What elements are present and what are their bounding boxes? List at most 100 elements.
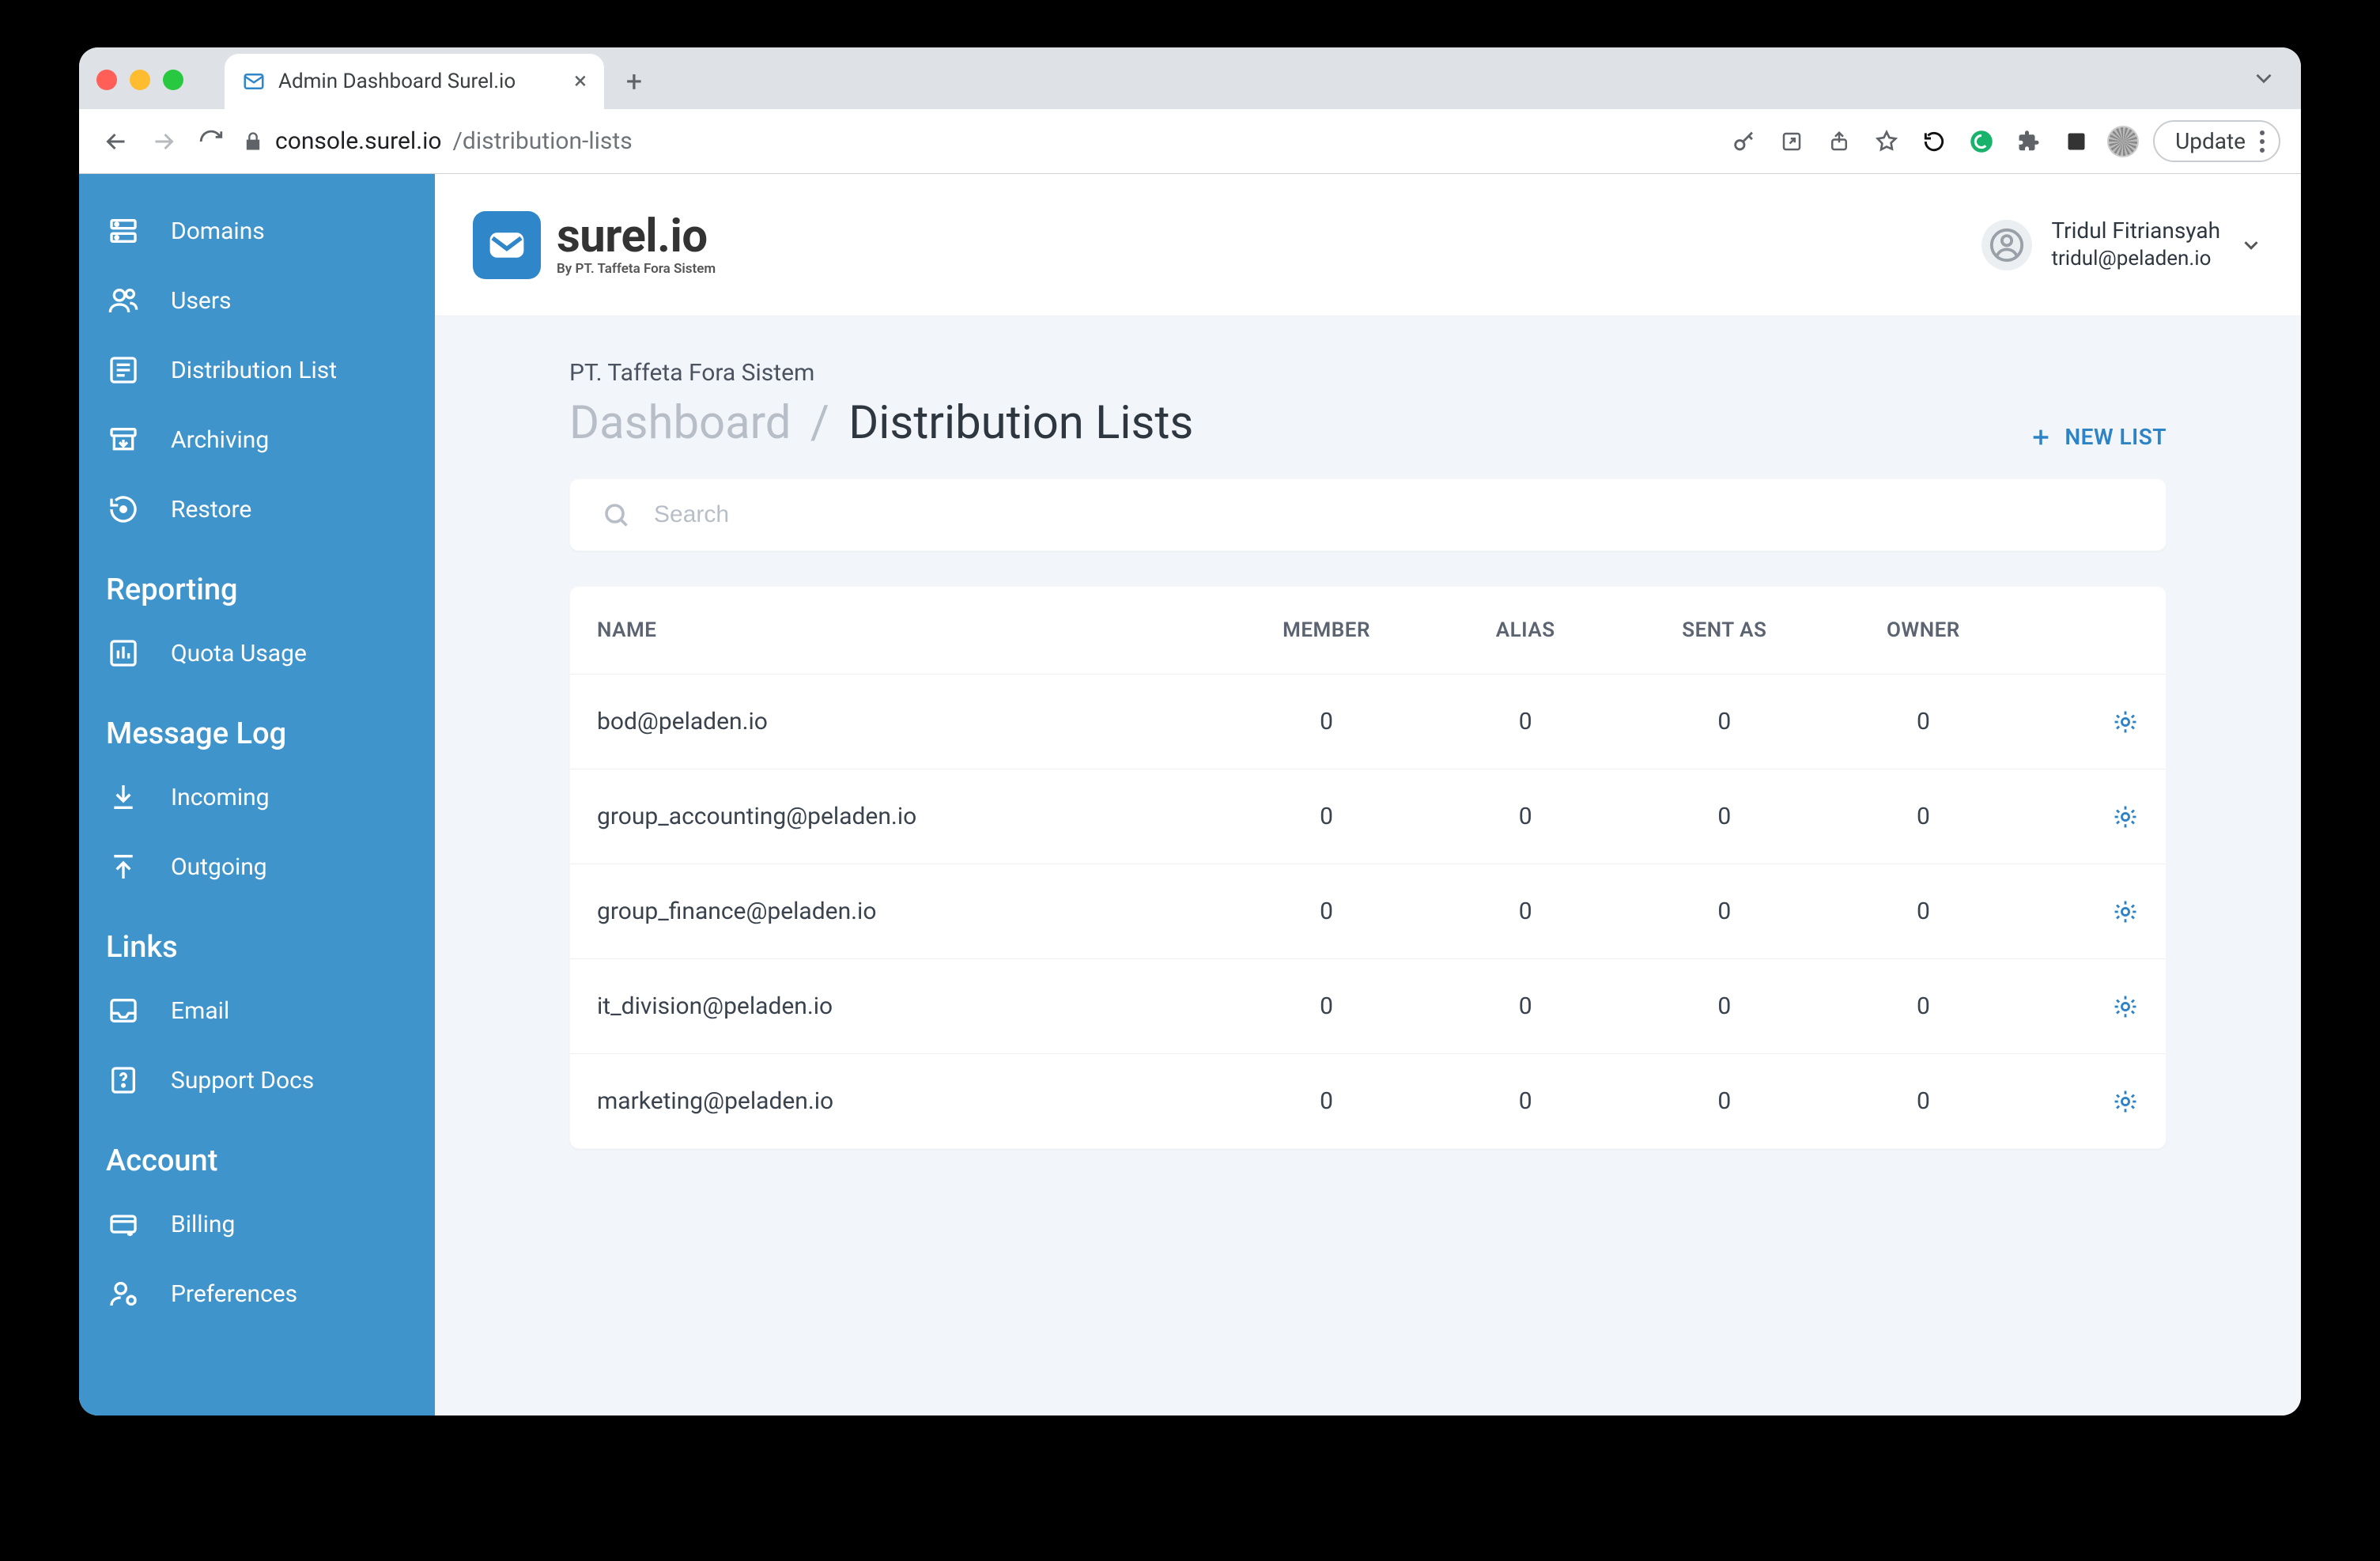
url-path: /distribution-lists [453, 127, 633, 155]
extension3-icon[interactable] [2060, 125, 2093, 158]
maximize-window-button[interactable] [163, 70, 183, 90]
sidebar-item-label: Email [171, 997, 229, 1025]
list-icon [106, 353, 141, 387]
sidebar-item-distribution-list[interactable]: Distribution List [79, 335, 435, 405]
new-tab-button[interactable]: + [615, 65, 653, 98]
mail-icon [485, 224, 528, 266]
table-row[interactable]: group_accounting@peladen.io 0 0 0 0 [570, 769, 2166, 864]
row-owner: 0 [1824, 1087, 2023, 1115]
sidebar-item-restore[interactable]: Restore [79, 474, 435, 544]
forward-button[interactable] [147, 125, 180, 158]
tabs-menu-icon[interactable] [2250, 65, 2277, 92]
col-owner: OWNER [1824, 618, 2023, 642]
col-alias: ALIAS [1426, 618, 1625, 642]
sidebar-item-support-docs[interactable]: Support Docs [79, 1045, 435, 1115]
search-input[interactable] [652, 501, 2134, 529]
table-row[interactable]: bod@peladen.io 0 0 0 0 [570, 674, 2166, 769]
users-icon [106, 283, 141, 318]
extension1-icon[interactable] [1917, 125, 1951, 158]
gear-icon [2112, 709, 2139, 735]
close-tab-icon[interactable]: × [574, 70, 587, 93]
sidebar-section-links: Links [79, 901, 435, 976]
col-name: NAME [597, 618, 1227, 642]
extension2-icon[interactable] [1965, 125, 1998, 158]
back-button[interactable] [100, 125, 133, 158]
breadcrumb-root[interactable]: Dashboard [569, 396, 791, 450]
row-settings-button[interactable] [2023, 803, 2139, 830]
search-icon [602, 501, 630, 529]
sidebar-item-domains[interactable]: Domains [79, 196, 435, 266]
share-icon[interactable] [1823, 125, 1856, 158]
table-row[interactable]: it_division@peladen.io 0 0 0 0 [570, 958, 2166, 1053]
content: PT. Taffeta Fora Sistem Dashboard / Dist… [435, 316, 2301, 1212]
row-settings-button[interactable] [2023, 709, 2139, 735]
row-sent-as: 0 [1625, 992, 1824, 1020]
sidebar-item-email[interactable]: Email [79, 976, 435, 1045]
key-icon[interactable] [1728, 125, 1761, 158]
mail-icon [242, 70, 266, 93]
user-meta: Tridul Fitriansyah tridul@peladen.io [2051, 217, 2220, 272]
breadcrumb-sep: / [803, 396, 837, 450]
url-field[interactable]: console.surel.io/distribution-lists [242, 127, 1713, 155]
brand-mark [473, 211, 541, 279]
restore-icon [106, 492, 141, 527]
row-member: 0 [1227, 898, 1426, 925]
page-title: Distribution Lists [848, 396, 1193, 450]
topbar: surel.io By PT. Taffeta Fora Sistem Trid… [435, 174, 2301, 316]
row-name: marketing@peladen.io [597, 1087, 1227, 1115]
gear-icon [2112, 993, 2139, 1020]
close-window-button[interactable] [96, 70, 117, 90]
user-email: tridul@peladen.io [2051, 246, 2220, 273]
row-settings-button[interactable] [2023, 898, 2139, 925]
extensions-icon[interactable] [2012, 125, 2046, 158]
sidebar-item-archiving[interactable]: Archiving [79, 405, 435, 474]
row-settings-button[interactable] [2023, 993, 2139, 1020]
minimize-window-button[interactable] [130, 70, 150, 90]
sidebar-item-label: Incoming [171, 784, 270, 811]
sidebar-item-label: Billing [171, 1211, 235, 1238]
gear-icon [2112, 803, 2139, 830]
sidebar-item-label: Restore [171, 496, 251, 523]
upload-icon [106, 849, 141, 884]
browser-window: Admin Dashboard Surel.io × + console.sur… [79, 47, 2301, 1415]
search-box[interactable] [569, 478, 2167, 551]
row-name: group_accounting@peladen.io [597, 803, 1227, 830]
sidebar-item-outgoing[interactable]: Outgoing [79, 832, 435, 901]
sidebar-item-incoming[interactable]: Incoming [79, 762, 435, 832]
star-icon[interactable] [1870, 125, 1903, 158]
row-settings-button[interactable] [2023, 1088, 2139, 1115]
chevron-down-icon [2239, 233, 2263, 257]
col-sent-as: SENT AS [1625, 618, 1824, 642]
profile-avatar[interactable] [2107, 126, 2139, 157]
archive-icon [106, 422, 141, 457]
update-button[interactable]: Update [2153, 120, 2280, 162]
row-sent-as: 0 [1625, 708, 1824, 735]
row-owner: 0 [1824, 803, 2023, 830]
row-owner: 0 [1824, 708, 2023, 735]
sidebar-item-preferences[interactable]: Preferences [79, 1259, 435, 1329]
sidebar-item-label: Quota Usage [171, 640, 307, 667]
sidebar-item-billing[interactable]: Billing [79, 1189, 435, 1259]
breadcrumb: Dashboard / Distribution Lists [569, 396, 1193, 450]
table-row[interactable]: marketing@peladen.io 0 0 0 0 [570, 1053, 2166, 1148]
download-icon [106, 780, 141, 815]
row-name: bod@peladen.io [597, 708, 1227, 735]
chart-icon [106, 636, 141, 671]
sidebar-item-users[interactable]: Users [79, 266, 435, 335]
row-alias: 0 [1426, 803, 1625, 830]
sidebar-item-quota-usage[interactable]: Quota Usage [79, 618, 435, 688]
gear-icon [2112, 1088, 2139, 1115]
main-area: surel.io By PT. Taffeta Fora Sistem Trid… [435, 174, 2301, 1415]
sidebar-item-label: Domains [171, 217, 265, 245]
sidebar-section-account: Account [79, 1115, 435, 1189]
browser-tab[interactable]: Admin Dashboard Surel.io × [225, 54, 604, 109]
reload-button[interactable] [195, 125, 228, 158]
gear-icon [2112, 898, 2139, 925]
server-icon [106, 214, 141, 248]
sidebar-item-label: Distribution List [171, 357, 337, 384]
table-row[interactable]: group_finance@peladen.io 0 0 0 0 [570, 864, 2166, 958]
new-list-button[interactable]: NEW LIST [2028, 424, 2167, 450]
user-menu[interactable]: Tridul Fitriansyah tridul@peladen.io [1981, 217, 2263, 272]
tab-strip: Admin Dashboard Surel.io × + [79, 47, 2301, 109]
open-external-icon[interactable] [1775, 125, 1808, 158]
